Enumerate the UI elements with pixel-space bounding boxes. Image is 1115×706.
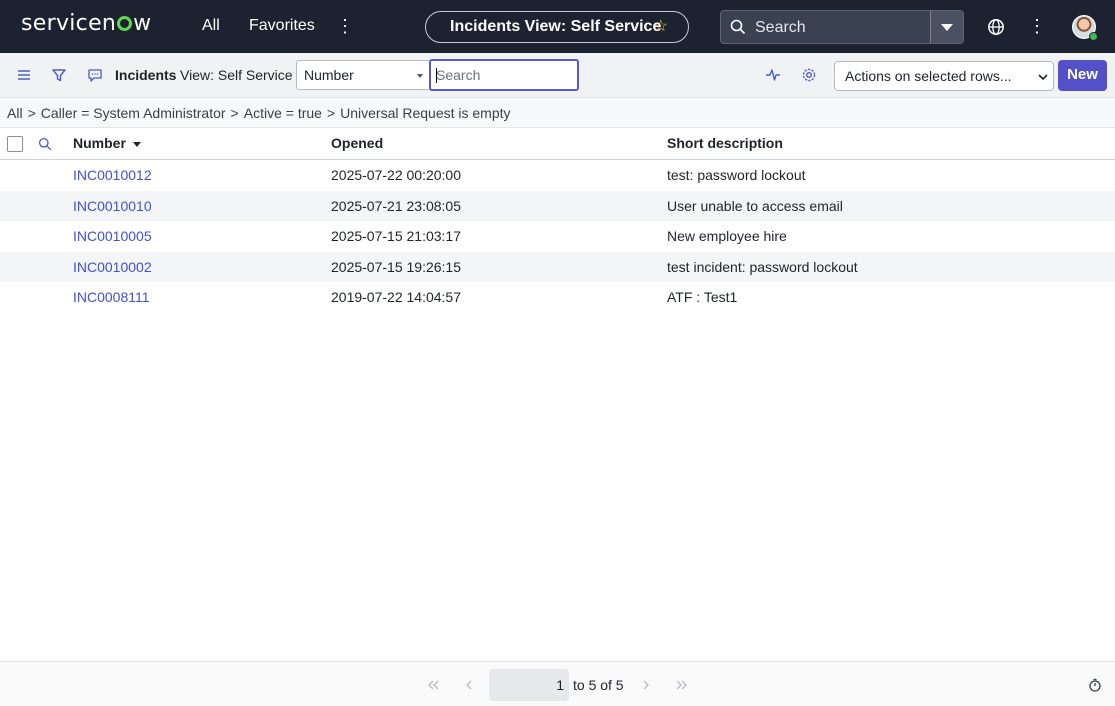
breadcrumb-item[interactable]: Universal Request is empty bbox=[340, 105, 510, 121]
incident-number-link[interactable]: INC0008111 bbox=[73, 289, 150, 305]
column-header-label: Number bbox=[73, 135, 126, 151]
incident-number-link[interactable]: INC0010010 bbox=[73, 198, 152, 214]
list-search-input[interactable]: Search bbox=[429, 59, 579, 91]
table-body: INC0010012 2025-07-22 00:20:00 test: pas… bbox=[0, 160, 1115, 313]
breadcrumb: All > Caller = System Administrator > Active… bbox=[0, 98, 1115, 128]
global-search-input[interactable]: Search bbox=[755, 19, 806, 37]
activity-pulse-icon[interactable] bbox=[764, 66, 782, 84]
breadcrumb-separator: > bbox=[326, 105, 336, 121]
globe-icon[interactable] bbox=[987, 18, 1005, 36]
chevron-down-icon bbox=[1038, 74, 1048, 81]
table-header: Number Opened Short description bbox=[0, 128, 1115, 160]
list-view-label: View: Self Service bbox=[180, 67, 293, 83]
table-row: INC0008111 2019-07-22 14:04:57 ATF : Tes… bbox=[0, 282, 1115, 313]
list-search-placeholder: Search bbox=[436, 67, 481, 83]
servicenow-logo[interactable]: servicen w bbox=[21, 11, 151, 36]
table-row: INC0010005 2025-07-15 21:03:17 New emplo… bbox=[0, 221, 1115, 252]
avatar[interactable] bbox=[1072, 15, 1098, 41]
nav-favorites-menu[interactable]: Favorites bbox=[249, 17, 315, 35]
star-icon[interactable]: ☆ bbox=[654, 12, 668, 42]
context-title: Incidents View: Self Service bbox=[450, 18, 662, 35]
more-vertical-icon[interactable]: ⋮ bbox=[1028, 15, 1046, 37]
incident-number-link[interactable]: INC0010012 bbox=[73, 167, 152, 183]
opened-cell: 2019-07-22 14:04:57 bbox=[331, 289, 461, 305]
column-header-number[interactable]: Number bbox=[73, 135, 141, 151]
breadcrumb-separator: > bbox=[230, 105, 239, 121]
table-row: INC0010002 2025-07-15 19:26:15 test inci… bbox=[0, 251, 1115, 282]
pagination-range: to 5 of 5 bbox=[573, 677, 624, 693]
list-title[interactable]: Incidents bbox=[115, 67, 176, 83]
list-toolbar: Incidents View: Self Service Number Sear… bbox=[0, 53, 1115, 98]
chevron-down-icon[interactable] bbox=[930, 11, 963, 43]
search-field-select[interactable]: Number bbox=[296, 60, 429, 90]
short-description-cell: test: password lockout bbox=[667, 167, 806, 183]
incident-number-link[interactable]: INC0010005 bbox=[73, 228, 152, 244]
opened-cell: 2025-07-21 23:08:05 bbox=[331, 197, 461, 214]
column-header-opened[interactable]: Opened bbox=[331, 135, 383, 151]
global-search[interactable]: Search bbox=[720, 10, 964, 44]
gear-icon[interactable] bbox=[800, 66, 818, 84]
previous-page-icon[interactable] bbox=[462, 678, 476, 692]
more-vertical-icon[interactable]: ⋮ bbox=[336, 15, 354, 37]
pagination-bar: 1 to 5 of 5 bbox=[0, 661, 1115, 706]
breadcrumb-separator: > bbox=[27, 105, 36, 121]
sort-descending-icon[interactable] bbox=[132, 142, 141, 147]
chat-icon[interactable] bbox=[86, 66, 104, 84]
opened-cell: 2025-07-15 19:26:15 bbox=[331, 258, 461, 275]
short-description-cell: New employee hire bbox=[667, 228, 787, 244]
top-navigation-bar: servicen w All Favorites ⋮ Incidents View… bbox=[0, 0, 1115, 53]
next-page-icon[interactable] bbox=[639, 678, 653, 692]
filter-icon[interactable] bbox=[50, 66, 68, 84]
breadcrumb-item[interactable]: Caller = System Administrator bbox=[41, 105, 226, 121]
table-row: INC0010012 2025-07-22 00:20:00 test: pas… bbox=[0, 160, 1115, 191]
search-icon bbox=[730, 19, 746, 35]
short-description-cell: User unable to access email bbox=[667, 197, 843, 214]
actions-select-value: Actions on selected rows... bbox=[845, 68, 1012, 84]
short-description-cell: test incident: password lockout bbox=[667, 258, 858, 275]
first-page-icon[interactable] bbox=[426, 678, 440, 692]
stopwatch-icon[interactable] bbox=[1088, 678, 1102, 692]
context-title-pill[interactable]: Incidents View: Self Service ☆ bbox=[425, 11, 689, 43]
table-row: INC0010010 2025-07-21 23:08:05 User unab… bbox=[0, 190, 1115, 221]
last-page-icon[interactable] bbox=[675, 678, 689, 692]
column-header-short-description[interactable]: Short description bbox=[667, 135, 783, 151]
hamburger-menu-icon[interactable] bbox=[15, 66, 33, 84]
nav-all-menu[interactable]: All bbox=[202, 17, 220, 35]
opened-cell: 2025-07-22 00:20:00 bbox=[331, 167, 461, 183]
breadcrumb-item[interactable]: All bbox=[7, 105, 23, 121]
short-description-cell: ATF : Test1 bbox=[667, 289, 738, 305]
page-number-input[interactable]: 1 bbox=[489, 669, 569, 701]
select-all-checkbox[interactable] bbox=[7, 136, 23, 152]
actions-select[interactable]: Actions on selected rows... bbox=[834, 61, 1054, 91]
online-status-icon bbox=[1089, 32, 1098, 41]
opened-cell: 2025-07-15 21:03:17 bbox=[331, 228, 461, 244]
new-button[interactable]: New bbox=[1058, 60, 1107, 91]
breadcrumb-item[interactable]: Active = true bbox=[244, 105, 322, 121]
incident-number-link[interactable]: INC0010002 bbox=[73, 259, 152, 275]
search-icon[interactable] bbox=[38, 137, 52, 151]
